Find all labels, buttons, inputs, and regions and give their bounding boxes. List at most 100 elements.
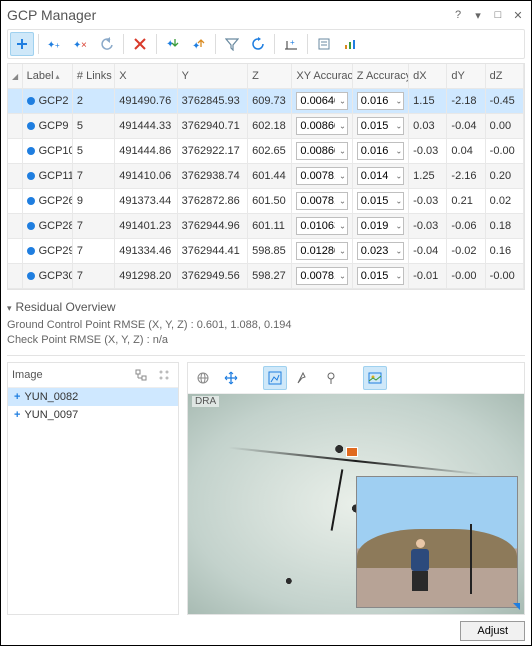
pick-point-button[interactable]: [291, 366, 315, 390]
row-handle[interactable]: [8, 139, 22, 164]
xy-accuracy-input[interactable]: ⌄: [296, 117, 347, 135]
report-button[interactable]: [312, 32, 336, 56]
pan-button[interactable]: [219, 366, 243, 390]
col-z-accuracy[interactable]: Z Accuracy: [352, 64, 408, 89]
col-xy-accuracy[interactable]: XY Accuracy: [292, 64, 352, 89]
xy-accuracy-input[interactable]: ⌄: [296, 217, 347, 235]
image-thumb-view-button[interactable]: [154, 366, 174, 384]
col-links[interactable]: # Links: [72, 64, 114, 89]
cell-label: GCP11: [22, 164, 72, 189]
measure-button[interactable]: +: [279, 32, 303, 56]
table-row[interactable]: GCP95491444.333762940.71602.18⌄⌄0.03-0.0…: [8, 114, 524, 139]
cell-x: 491373.44: [115, 189, 177, 214]
svg-text:+: +: [55, 41, 60, 50]
pin-button[interactable]: [319, 366, 343, 390]
z-accuracy-input[interactable]: ⌄: [357, 142, 404, 160]
image-mode-button[interactable]: [363, 366, 387, 390]
table-row[interactable]: GCP105491444.863762922.17602.65⌄⌄-0.030.…: [8, 139, 524, 164]
image-tree-view-button[interactable]: [131, 366, 151, 384]
z-accuracy-input[interactable]: ⌄: [357, 217, 404, 235]
add-gcp-button[interactable]: [10, 32, 34, 56]
view-collapse-handles[interactable]: ▴▾: [517, 0, 529, 2]
expand-plus-icon[interactable]: +: [14, 409, 20, 421]
col-z[interactable]: Z: [248, 64, 292, 89]
cell-dy: -0.00: [447, 264, 485, 289]
table-row[interactable]: GCP297491334.463762944.41598.85⌄⌄-0.04-0…: [8, 239, 524, 264]
row-handle[interactable]: [8, 264, 22, 289]
row-handle-header[interactable]: ◢: [8, 64, 22, 89]
xy-accuracy-input[interactable]: ⌄: [296, 92, 347, 110]
z-accuracy-input[interactable]: ⌄: [357, 192, 404, 210]
chart-button[interactable]: [338, 32, 362, 56]
col-dz[interactable]: dZ: [485, 64, 523, 89]
adjust-button[interactable]: Adjust: [460, 621, 525, 641]
globe-view-button[interactable]: [191, 366, 215, 390]
image-list-item[interactable]: +YUN_0082: [8, 388, 178, 406]
table-row[interactable]: GCP287491401.233762944.96601.11⌄⌄-0.03-0…: [8, 214, 524, 239]
table-row[interactable]: GCP307491298.203762949.56598.27⌄⌄-0.01-0…: [8, 264, 524, 289]
cell-label: GCP30: [22, 264, 72, 289]
col-x[interactable]: X: [115, 64, 177, 89]
col-dy[interactable]: dY: [447, 64, 485, 89]
z-accuracy-input[interactable]: ⌄: [357, 167, 404, 185]
image-list-item[interactable]: +YUN_0097: [8, 406, 178, 424]
table-row[interactable]: GCP117491410.063762938.74601.44⌄⌄1.25-2.…: [8, 164, 524, 189]
import-gcp-button[interactable]: ✦: [161, 32, 185, 56]
svg-text:×: ×: [81, 40, 87, 51]
cell-dx: -0.03: [409, 139, 447, 164]
row-handle[interactable]: [8, 214, 22, 239]
residual-overview-header[interactable]: ▾Residual Overview: [7, 296, 525, 318]
xy-accuracy-input[interactable]: ⌄: [296, 242, 347, 260]
cell-dy: 0.04: [447, 139, 485, 164]
undo-button[interactable]: [95, 32, 119, 56]
refresh-button[interactable]: [246, 32, 270, 56]
cell-label: GCP29: [22, 239, 72, 264]
close-icon[interactable]: ✕: [511, 8, 525, 22]
row-handle[interactable]: [8, 114, 22, 139]
row-handle[interactable]: [8, 89, 22, 114]
cell-z: 601.50: [248, 189, 292, 214]
rmse-gcp-text: Ground Control Point RMSE (X, Y, Z) : 0.…: [7, 318, 525, 333]
col-label[interactable]: Label▴: [22, 64, 72, 89]
dropdown-icon[interactable]: ▾: [471, 8, 485, 22]
cell-links: 7: [72, 164, 114, 189]
row-handle[interactable]: [8, 239, 22, 264]
maximize-icon[interactable]: □: [491, 8, 505, 22]
cell-dx: 1.25: [409, 164, 447, 189]
cell-dz: -0.00: [485, 264, 523, 289]
z-accuracy-input[interactable]: ⌄: [357, 92, 404, 110]
svg-text:+: +: [290, 38, 295, 47]
cell-x: 491410.06: [115, 164, 177, 189]
remove-multi-gcp-button[interactable]: ✦×: [69, 32, 93, 56]
table-row[interactable]: GCP269491373.443762872.86601.50⌄⌄-0.030.…: [8, 189, 524, 214]
export-gcp-button[interactable]: ✦: [187, 32, 211, 56]
delete-button[interactable]: [128, 32, 152, 56]
enhance-button[interactable]: [263, 366, 287, 390]
help-icon[interactable]: ?: [451, 8, 465, 22]
xy-accuracy-input[interactable]: ⌄: [296, 192, 347, 210]
col-dx[interactable]: dX: [409, 64, 447, 89]
xy-accuracy-input[interactable]: ⌄: [296, 142, 347, 160]
xy-accuracy-input[interactable]: ⌄: [296, 267, 347, 285]
gcp-flag-marker[interactable]: [346, 447, 358, 457]
table-row[interactable]: GCP22491490.763762845.93609.73⌄⌄1.15-2.1…: [8, 89, 524, 114]
viewport-expand-handle[interactable]: [513, 603, 520, 610]
z-accuracy-input[interactable]: ⌄: [357, 267, 404, 285]
cell-dy: -2.18: [447, 89, 485, 114]
cell-y: 3762940.71: [177, 114, 247, 139]
z-accuracy-input[interactable]: ⌄: [357, 242, 404, 260]
cell-links: 2: [72, 89, 114, 114]
expand-plus-icon[interactable]: +: [14, 391, 20, 403]
cell-links: 7: [72, 239, 114, 264]
z-accuracy-input[interactable]: ⌄: [357, 117, 404, 135]
cell-z: 598.85: [248, 239, 292, 264]
col-y[interactable]: Y: [177, 64, 247, 89]
xy-accuracy-input[interactable]: ⌄: [296, 167, 347, 185]
cell-links: 7: [72, 264, 114, 289]
add-multi-gcp-button[interactable]: ✦+: [43, 32, 67, 56]
image-viewport[interactable]: DRA: [188, 394, 524, 614]
row-handle[interactable]: [8, 189, 22, 214]
filter-button[interactable]: [220, 32, 244, 56]
inset-photo[interactable]: [356, 476, 518, 608]
row-handle[interactable]: [8, 164, 22, 189]
